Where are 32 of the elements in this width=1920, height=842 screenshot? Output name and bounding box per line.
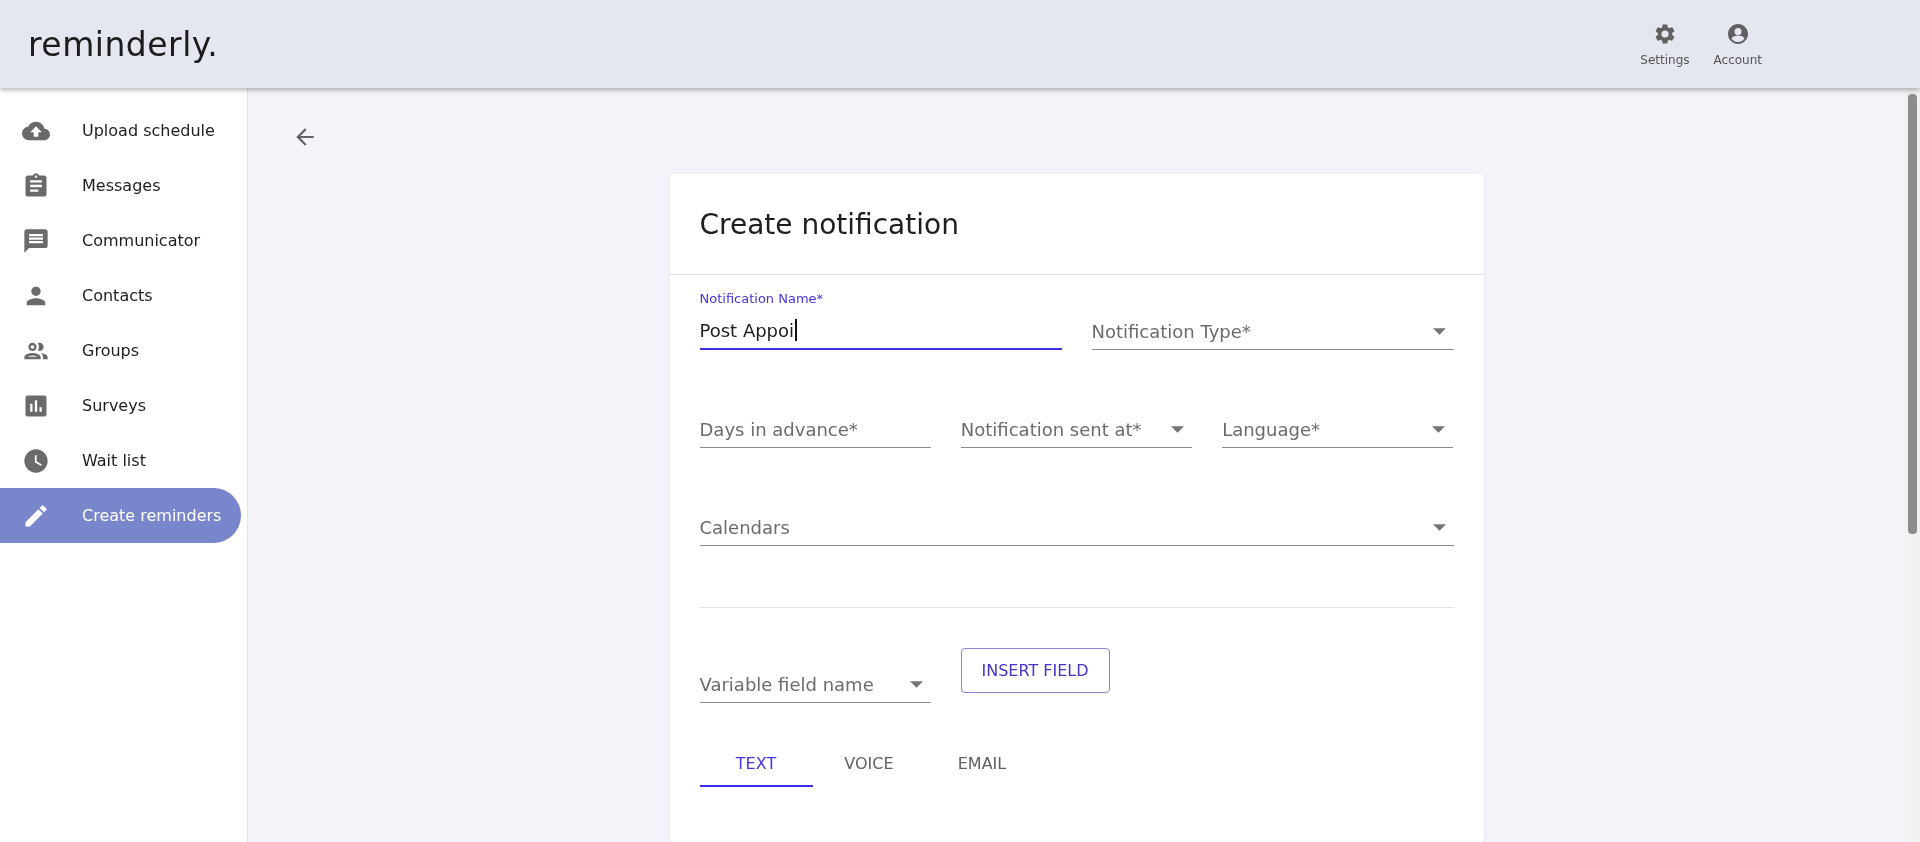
dropdown-arrow-icon	[909, 680, 923, 688]
select-field[interactable]: Language*	[1222, 411, 1454, 448]
sidebar-item[interactable]: Wait list	[0, 433, 241, 488]
select-field[interactable]: Notification sent at*	[960, 411, 1193, 448]
tab[interactable]: TEXT	[699, 741, 813, 787]
dropdown-arrow-icon	[1432, 523, 1446, 531]
dropdown-arrow-icon	[1171, 425, 1185, 433]
input-field[interactable]: Days in advance*	[699, 411, 931, 448]
select-field[interactable]: Calendars	[699, 509, 1454, 546]
settings-button[interactable]: Settings	[1638, 17, 1692, 71]
dropdown-arrow-icon	[1432, 425, 1446, 433]
input-field[interactable]: Notification Name* Post Appoi	[699, 291, 1062, 350]
scrollbar[interactable]	[1905, 88, 1920, 842]
sidebar-item[interactable]: Create reminders	[0, 488, 241, 543]
account-icon	[1725, 21, 1750, 46]
tab[interactable]: EMAIL	[925, 741, 1039, 787]
insert-field-button[interactable]: INSERT FIELD	[960, 648, 1110, 693]
select-field[interactable]: Notification Type*	[1091, 291, 1454, 350]
sidebar-item[interactable]: Surveys	[0, 378, 241, 433]
form-title: Create notification	[669, 174, 1484, 275]
sidebar-item[interactable]: Groups	[0, 323, 241, 378]
chat-icon	[22, 226, 50, 255]
sidebar-item[interactable]: Contacts	[0, 268, 241, 323]
dropdown-arrow-icon	[1432, 327, 1446, 335]
logo: reminderly.	[28, 24, 219, 64]
sidebar-item[interactable]: Upload schedule	[0, 103, 241, 158]
clock-icon	[22, 446, 50, 475]
sidebar-item[interactable]: Messages	[0, 158, 241, 213]
tab[interactable]: VOICE	[812, 741, 926, 787]
account-button[interactable]: Account	[1711, 17, 1764, 71]
sidebar-item[interactable]: Communicator	[0, 213, 241, 268]
select-field[interactable]: Variable field name	[699, 666, 931, 703]
